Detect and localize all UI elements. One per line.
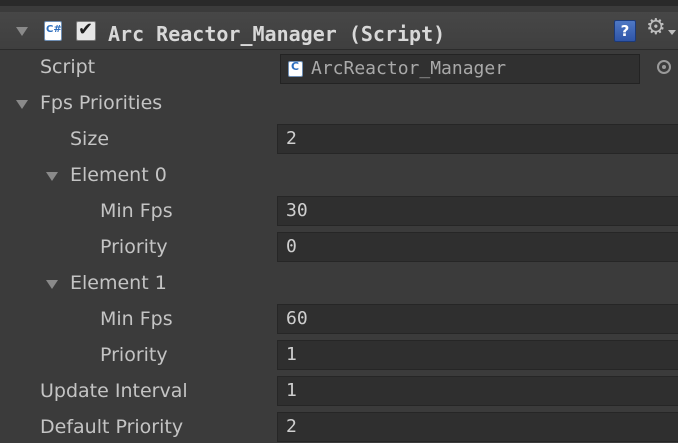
default-priority-label: Default Priority	[40, 416, 184, 438]
csharp-script-icon	[44, 21, 62, 41]
component-header[interactable]: ✔ Arc Reactor_Manager (Script) ? ⚙	[0, 12, 678, 50]
element-1-min-fps-input[interactable]: 60	[277, 304, 678, 334]
script-object-field[interactable]: ArcReactor_Manager	[280, 54, 640, 84]
script-value: ArcReactor_Manager	[311, 58, 507, 79]
checkmark-icon: ✔	[78, 19, 94, 40]
element-0-foldout[interactable]: Element 0	[70, 164, 167, 186]
inspector-panel: ✔ Arc Reactor_Manager (Script) ? ⚙ Scrip…	[0, 0, 678, 443]
help-book-icon[interactable]: ?	[614, 20, 636, 42]
chevron-down-icon	[668, 30, 676, 35]
fps-priorities-foldout[interactable]: Fps Priorities	[40, 92, 162, 114]
foldout-arrow-icon[interactable]	[16, 100, 28, 109]
object-picker-icon[interactable]	[657, 60, 671, 74]
foldout-arrow-icon[interactable]	[16, 27, 28, 36]
script-label: Script	[40, 56, 96, 78]
element-0-priority-label: Priority	[100, 236, 168, 258]
element-1-foldout[interactable]: Element 1	[70, 272, 167, 294]
element-0-min-fps-label: Min Fps	[100, 200, 173, 222]
default-priority-input[interactable]: 2	[277, 412, 678, 442]
element-1-min-fps-label: Min Fps	[100, 308, 173, 330]
element-0-priority-input[interactable]: 0	[277, 232, 678, 262]
update-interval-input[interactable]: 1	[277, 376, 678, 406]
foldout-arrow-icon[interactable]	[46, 280, 58, 289]
component-title: Arc Reactor_Manager (Script)	[108, 22, 446, 46]
gear-icon[interactable]: ⚙	[646, 15, 666, 40]
element-0-min-fps-input[interactable]: 30	[277, 196, 678, 226]
component-enabled-checkbox[interactable]: ✔	[76, 19, 96, 41]
element-1-priority-input[interactable]: 1	[277, 340, 678, 370]
update-interval-label: Update Interval	[40, 380, 188, 402]
foldout-arrow-icon[interactable]	[46, 172, 58, 181]
size-label: Size	[70, 128, 110, 150]
csharp-script-icon	[288, 60, 303, 77]
size-input[interactable]: 2	[277, 124, 678, 154]
element-1-priority-label: Priority	[100, 344, 168, 366]
